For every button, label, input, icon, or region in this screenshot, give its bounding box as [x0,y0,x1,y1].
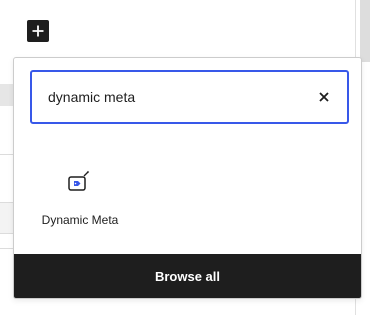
dynamic-meta-tag-icon [68,170,90,191]
background-editor-band [0,84,14,106]
search-input[interactable] [48,89,298,105]
close-icon [319,92,329,102]
block-result-label: Dynamic Meta [41,213,119,227]
background-divider [0,154,14,155]
block-inserter-popover: Dynamic Meta Browse all [13,57,362,299]
background-editor-row [0,202,14,234]
block-result-dynamic-meta[interactable]: Dynamic Meta [30,160,130,236]
clear-search-button[interactable] [313,86,335,108]
add-block-button[interactable] [27,20,49,42]
scrollbar-thumb[interactable] [360,0,370,62]
plus-icon [32,25,44,37]
browse-all-button[interactable]: Browse all [14,254,361,298]
background-divider [0,248,14,249]
search-box [30,70,349,124]
